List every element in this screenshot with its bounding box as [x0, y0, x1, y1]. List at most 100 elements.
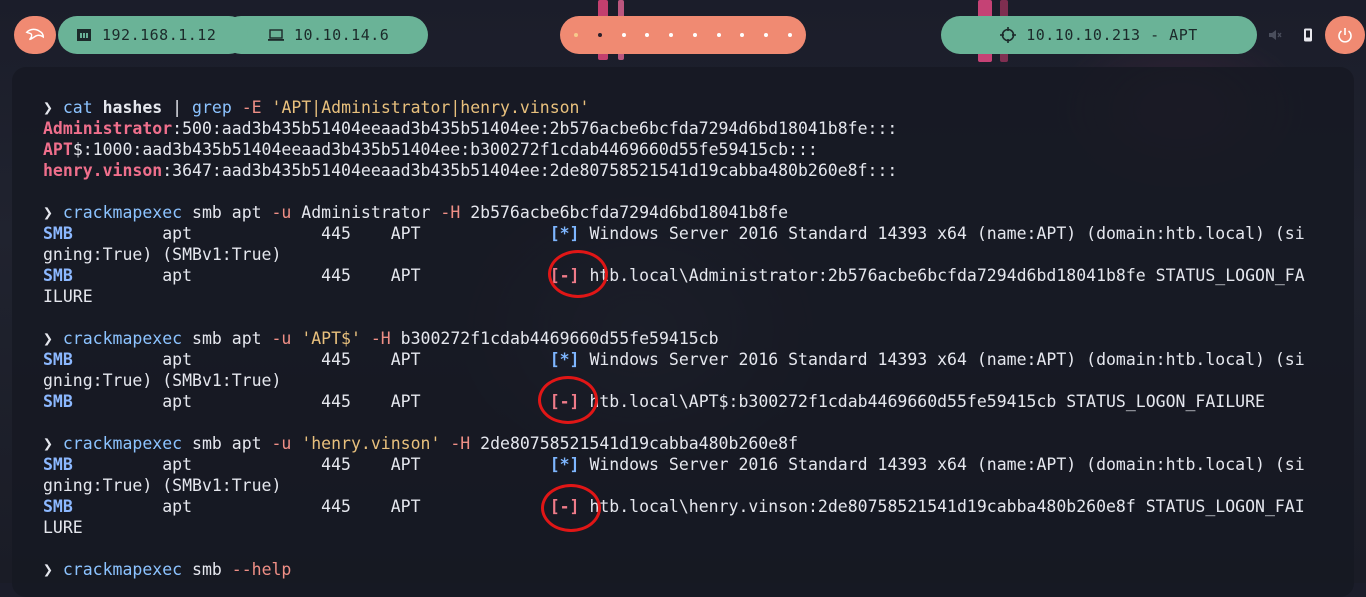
smb-info-row-wrap: gning:True) (SMBv1:True): [43, 475, 1305, 496]
smb-result-text: LURE: [43, 518, 83, 537]
status-ok-tag: [*]: [549, 350, 580, 369]
smb-host: apt: [162, 266, 193, 285]
smb-result-row: SMB apt 445 APT [-] htb.local\henry.vins…: [43, 496, 1305, 517]
smb-info-row: SMB apt 445 APT [*] Windows Server 2016 …: [43, 349, 1305, 370]
command-arg: hashes: [102, 98, 163, 117]
smb-info-row: SMB apt 445 APT [*] Windows Server 2016 …: [43, 454, 1305, 475]
command-name: crackmapexec: [62, 560, 183, 579]
hash-row: Administrator:500:aad3b435b51404eeaad3b4…: [43, 118, 1305, 139]
smb-result-text: ILURE: [43, 287, 93, 306]
workspace-dot[interactable]: [716, 33, 721, 37]
smb-info-row-wrap: gning:True) (SMBv1:True): [43, 244, 1305, 265]
smb-name: APT: [390, 455, 421, 474]
workspace-dot[interactable]: [645, 33, 650, 37]
workspace-dot[interactable]: [692, 33, 697, 37]
prompt-symbol: ❯: [43, 203, 53, 222]
vpn-ip-widget[interactable]: 10.10.14.6: [222, 16, 428, 54]
hash-row: APT$:1000:aad3b435b51404eeaad3b435b51404…: [43, 139, 1305, 160]
terminal-output: ❯ cat hashes | grep -E 'APT|Administrato…: [43, 97, 1305, 580]
menu-logo-button[interactable]: [14, 16, 56, 54]
command-flag: -H: [370, 329, 391, 348]
command-args: smb apt: [182, 329, 272, 348]
hash-row: henry.vinson:3647:aad3b435b51404eeaad3b4…: [43, 160, 1305, 181]
command-flag: -u: [271, 203, 292, 222]
hash-value: $:1000:aad3b435b51404eeaad3b435b51404ee:…: [72, 140, 818, 159]
smb-host: apt: [162, 497, 193, 516]
smb-proto: SMB: [43, 350, 73, 369]
pipe-symbol: |: [172, 98, 183, 117]
workspace-dot[interactable]: [574, 33, 578, 37]
command-args: smb apt: [182, 434, 272, 453]
command-name: crackmapexec: [62, 203, 183, 222]
status-ok-tag: [*]: [549, 455, 580, 474]
command-flag: -u: [271, 434, 292, 453]
command-line: ❯ cat hashes | grep -E 'APT|Administrato…: [43, 97, 1305, 118]
prompt-symbol: ❯: [43, 98, 53, 117]
command-name: crackmapexec: [62, 434, 183, 453]
crosshair-icon: [1000, 27, 1017, 43]
smb-proto: SMB: [43, 224, 73, 243]
kali-dragon-icon: [25, 28, 44, 41]
local-ip-widget[interactable]: 192.168.1.12: [58, 16, 248, 54]
local-ip-text: 192.168.1.12: [102, 26, 217, 44]
smb-info-text: gning:True) (SMBv1:True): [43, 371, 282, 390]
workspace-dot[interactable]: [669, 33, 674, 37]
workspace-dot[interactable]: [764, 33, 769, 37]
terminal-window[interactable]: ❯ cat hashes | grep -E 'APT|Administrato…: [12, 67, 1354, 597]
laptop-icon: [268, 29, 284, 41]
smb-name: APT: [390, 350, 421, 369]
smb-result-text: htb.local\henry.vinson:2de80758521541d19…: [589, 497, 1305, 516]
smb-info-row: SMB apt 445 APT [*] Windows Server 2016 …: [43, 223, 1305, 244]
volume-button[interactable]: [1266, 26, 1284, 44]
workspace-dot[interactable]: [787, 33, 792, 37]
smb-proto: SMB: [43, 392, 73, 411]
smb-port: 445: [321, 455, 351, 474]
command-flag: -H: [450, 434, 471, 453]
workspace-dot[interactable]: [621, 33, 626, 37]
hash-value: :3647:aad3b435b51404eeaad3b435b51404ee:2…: [162, 161, 898, 180]
workspace-dot-active[interactable]: [597, 33, 602, 37]
workspace-dot[interactable]: [740, 33, 745, 37]
command-args: smb: [182, 560, 232, 579]
smb-port: 445: [321, 497, 351, 516]
power-button[interactable]: [1325, 16, 1365, 54]
smb-port: 445: [321, 266, 351, 285]
command-flag: --help: [231, 560, 292, 579]
grep-pattern: 'APT|Administrator|henry.vinson': [271, 98, 590, 117]
ethernet-icon: [77, 29, 91, 41]
command-flag: -H: [440, 203, 461, 222]
command-hash: 2de80758521541d19cabba480b260e8f: [470, 434, 799, 453]
speaker-icon: [1269, 30, 1282, 40]
command-line: ❯ crackmapexec smb apt -u 'henry.vinson'…: [43, 433, 1305, 454]
smb-result-row-wrap: LURE: [43, 517, 1305, 538]
smb-proto: SMB: [43, 455, 73, 474]
smb-result-text: htb.local\Administrator:2b576acbe6bcfda7…: [589, 266, 1305, 285]
smb-host: apt: [162, 455, 193, 474]
hash-user: Administrator: [43, 119, 173, 138]
smb-result-row: SMB apt 445 APT [-] htb.local\APT$:b3002…: [43, 391, 1305, 412]
command-hash: b300272f1cdab4469660d55fe59415cb: [390, 329, 719, 348]
smb-info-text: Windows Server 2016 Standard 14393 x64 (…: [589, 224, 1305, 243]
smb-result-row: SMB apt 445 APT [-] htb.local\Administra…: [43, 265, 1305, 286]
power-icon: [1338, 28, 1352, 43]
smb-info-text: gning:True) (SMBv1:True): [43, 476, 282, 495]
smb-port: 445: [321, 350, 351, 369]
smb-name: APT: [390, 392, 421, 411]
command-user: 'APT$': [301, 329, 361, 348]
smb-info-text: gning:True) (SMBv1:True): [43, 245, 282, 264]
smb-proto: SMB: [43, 497, 73, 516]
phone-button[interactable]: [1299, 26, 1317, 44]
status-ok-tag: [*]: [549, 224, 580, 243]
command-name: crackmapexec: [62, 329, 183, 348]
highlight-circle: [548, 250, 608, 298]
highlight-circle: [538, 376, 598, 424]
command-args: smb apt: [182, 203, 272, 222]
target-widget[interactable]: 10.10.10.213 - APT: [941, 16, 1257, 54]
smb-port: 445: [321, 392, 351, 411]
prompt-symbol: ❯: [43, 434, 53, 453]
command-user: Administrator: [291, 203, 441, 222]
workspace-switcher[interactable]: [560, 16, 806, 54]
command-flag: -E: [241, 98, 262, 117]
